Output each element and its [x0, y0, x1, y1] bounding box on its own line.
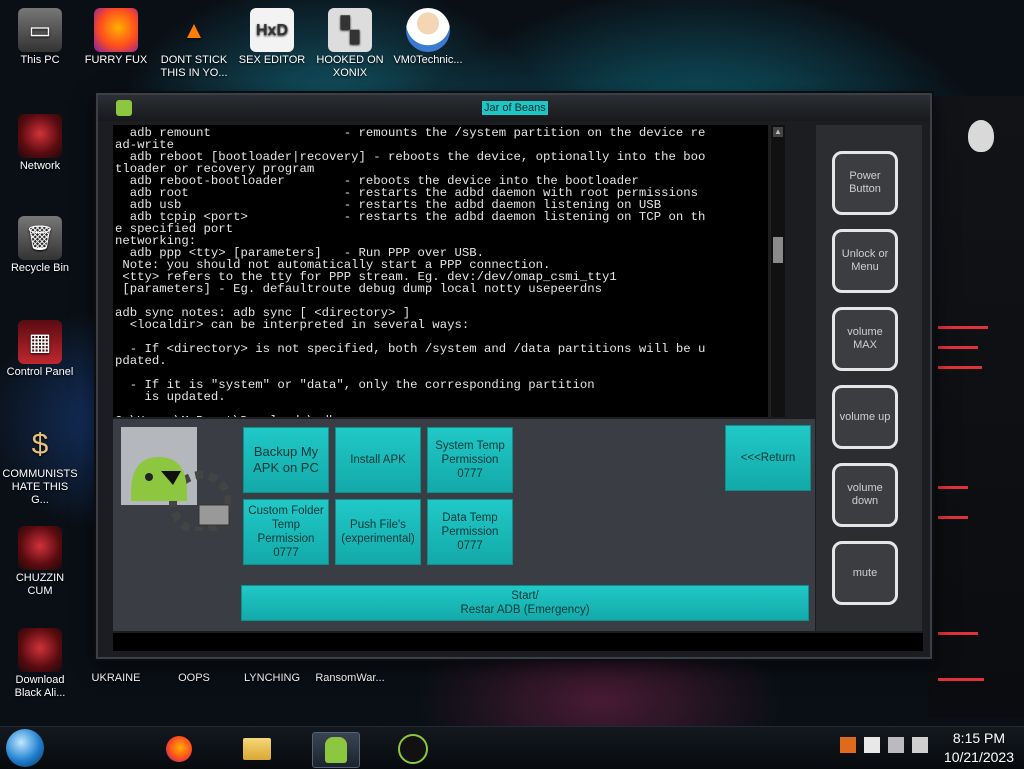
alien-head-icon — [968, 120, 994, 152]
money-bag-icon: $ — [31, 427, 49, 461]
desktop-icon-download-black-ali[interactable]: Download Black Ali... — [2, 628, 78, 700]
xonix-game-icon: ▚ — [328, 8, 372, 52]
power-button[interactable]: Power Button — [832, 151, 898, 215]
desktop-icon-dont-stick[interactable]: ▲ DONT STICK THIS IN YO... — [156, 8, 232, 80]
recycle-bin-icon: 🗑 — [18, 216, 62, 260]
desktop-icon-network[interactable]: Network — [2, 114, 78, 173]
clock-time: 8:15 PM — [952, 730, 1006, 746]
window-footer-bar — [113, 633, 923, 651]
desktop-icon-sex-editor[interactable]: HxD SEX EDITOR — [234, 8, 310, 67]
desktop-icon-ransomware[interactable]: RansomWar... — [312, 672, 388, 685]
desktop-icon-label: Recycle Bin — [10, 262, 70, 274]
desktop-icon-label: HOOKED ON XONIX — [316, 54, 384, 79]
chuzzle-creature-icon — [18, 526, 62, 570]
desktop-icon-label: RansomWar... — [315, 672, 385, 684]
desktop-icon-label: DONT STICK THIS IN YO... — [160, 54, 228, 79]
taskbar-jar-of-beans-button[interactable] — [312, 732, 360, 768]
chart-tray-icon[interactable] — [840, 737, 856, 753]
vlc-cone-icon: ▲ — [182, 16, 206, 44]
taskbar-file-explorer-button[interactable] — [234, 732, 280, 766]
scroll-up-arrow-icon[interactable]: ▲ — [773, 127, 783, 137]
return-button[interactable]: <<<Return — [725, 425, 811, 491]
taskbar-amd-button[interactable] — [390, 732, 436, 766]
desktop-icon-label: This PC — [20, 54, 60, 66]
custom-folder-permission-button[interactable]: Custom Folder Temp Permission 0777 — [243, 499, 329, 565]
start-label: Start/ — [511, 590, 539, 602]
mute-button[interactable]: mute — [832, 541, 898, 605]
volume-max-button[interactable]: volume MAX — [832, 307, 898, 371]
unlock-menu-button[interactable]: Unlock or Menu — [832, 229, 898, 293]
desktop-icon-recycle-bin[interactable]: 🗑 Recycle Bin — [2, 216, 78, 275]
firefox-icon — [166, 736, 192, 762]
taskbar: 8:15 PM 10/21/2023 — [0, 726, 1024, 769]
control-panel-icon: ▦ — [18, 320, 62, 364]
scroll-thumb[interactable] — [773, 237, 783, 263]
push-files-button[interactable]: Push File's (experimental) — [335, 499, 421, 565]
start-orb-button[interactable] — [6, 729, 44, 767]
flag-tray-icon[interactable] — [864, 737, 880, 753]
adb-console-output[interactable]: adb remount - remounts the /system parti… — [113, 125, 768, 417]
taskbar-firefox-button[interactable] — [156, 732, 202, 766]
control-panel-area: Backup My APK on PC Install APK System T… — [113, 419, 815, 631]
jar-of-beans-window: Jar of Beans adb remount - remounts the … — [96, 93, 932, 659]
amd-radeon-icon — [398, 734, 428, 764]
desktop-icon-label: Network — [19, 160, 61, 172]
window-title: Jar of Beans — [482, 101, 548, 115]
desktop-icon-label: UKRAINE — [91, 672, 141, 684]
start-restart-adb-button[interactable]: Start/ Restar ADB (Emergency) — [241, 585, 809, 621]
android-pirate-logo-icon — [121, 427, 231, 531]
desktop-icon-chuzzin[interactable]: CHUZZIN CUM — [2, 526, 78, 598]
android-jar-icon — [325, 737, 347, 763]
android-app-icon — [116, 100, 132, 116]
volume-up-button[interactable]: volume up — [832, 385, 898, 449]
desktop-icon-label: CHUZZIN CUM — [15, 572, 65, 597]
desktop-icon-hooked-on-xonix[interactable]: ▚ HOOKED ON XONIX — [312, 8, 388, 80]
desktop-icon-label: COMMUNISTS HATE THIS G... — [2, 468, 78, 506]
doctor-avatar-icon — [406, 8, 450, 52]
desktop-icon-communists[interactable]: $ COMMUNISTS HATE THIS G... — [2, 422, 78, 507]
desktop-icon-label: VM0Technic... — [393, 54, 463, 66]
desktop-icon-lynching[interactable]: LYNCHING — [234, 672, 310, 685]
desktop-icon-label: OOPS — [178, 672, 210, 684]
clock-date: 10/21/2023 — [943, 749, 1014, 765]
desktop-icon-label: Download Black Ali... — [14, 674, 66, 699]
desktop-icon-label: LYNCHING — [243, 672, 301, 684]
computer-icon: ▭ — [18, 8, 62, 52]
desktop-icon-furry-fux[interactable]: FURRY FUX — [78, 8, 154, 67]
firefox-icon — [94, 8, 138, 52]
folder-icon — [243, 738, 271, 760]
console-text: adb remount - remounts the /system parti… — [115, 126, 706, 417]
desktop-icon-this-pc[interactable]: ▭ This PC — [2, 8, 78, 67]
volume-muted-tray-icon[interactable] — [912, 737, 928, 753]
network-globe-icon — [18, 114, 62, 158]
desktop-icon-label: SEX EDITOR — [238, 54, 306, 66]
system-monitor-gadget — [928, 96, 1024, 718]
backup-apk-button[interactable]: Backup My APK on PC — [243, 427, 329, 493]
restart-adb-label: Restar ADB (Emergency) — [460, 604, 590, 616]
system-temp-permission-button[interactable]: System Temp Permission 0777 — [427, 427, 513, 493]
hxd-editor-icon: HxD — [250, 8, 294, 52]
console-scrollbar[interactable]: ▲ — [770, 125, 785, 417]
desktop-icon-vm0technic[interactable]: VM0Technic... — [390, 8, 466, 67]
volume-down-button[interactable]: volume down — [832, 463, 898, 527]
desktop-icon-control-panel[interactable]: ▦ Control Panel — [2, 320, 78, 379]
device-controls-panel: Power Button Unlock or Menu volume MAX v… — [816, 125, 922, 631]
desktop-icon-label: Control Panel — [6, 366, 74, 378]
desktop-icon-oops[interactable]: OOPS — [156, 672, 232, 685]
desktop-icon-ukraine[interactable]: UKRAINE — [78, 672, 154, 685]
network-error-tray-icon[interactable] — [888, 737, 904, 753]
install-apk-button[interactable]: Install APK — [335, 427, 421, 493]
taskbar-clock[interactable]: 8:15 PM 10/21/2023 — [944, 729, 1014, 767]
system-tray — [840, 737, 928, 753]
data-temp-permission-button[interactable]: Data Temp Permission 0777 — [427, 499, 513, 565]
desktop-icon-label: FURRY FUX — [84, 54, 148, 66]
alienware-download-icon — [18, 628, 62, 672]
window-titlebar[interactable]: Jar of Beans — [98, 95, 930, 121]
